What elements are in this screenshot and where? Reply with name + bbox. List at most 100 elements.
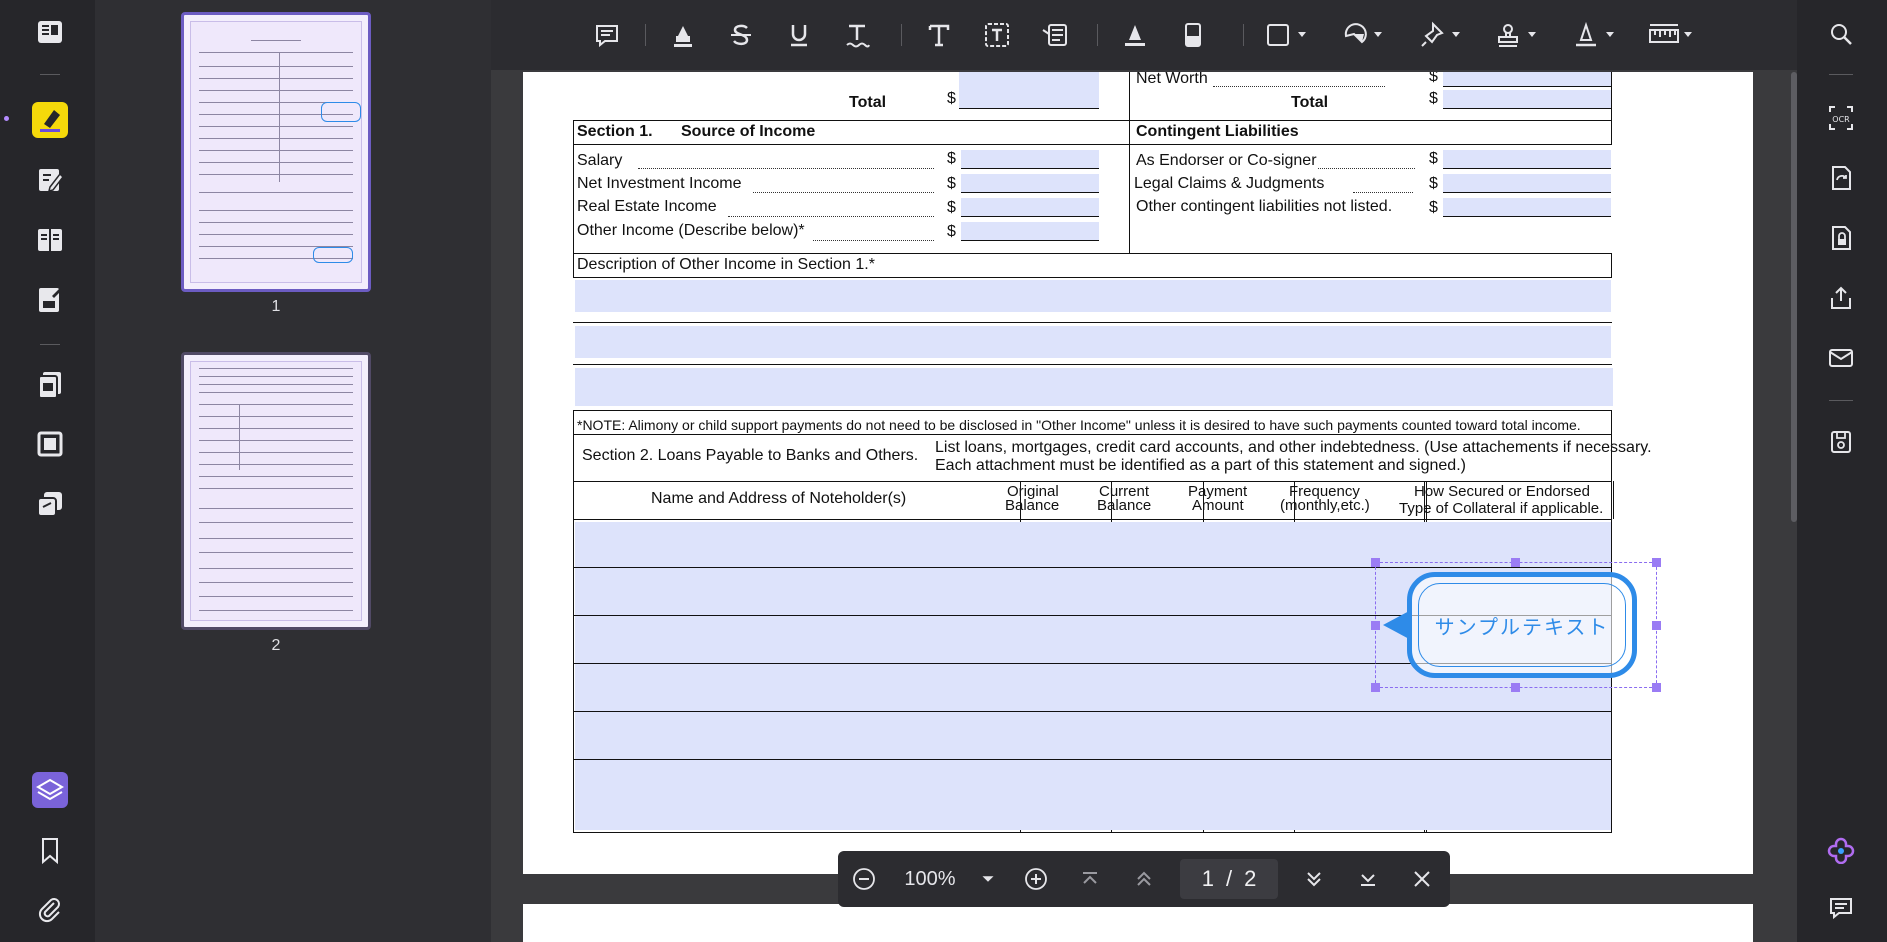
zoom-out-icon[interactable] <box>848 863 880 895</box>
legal-claims-field[interactable] <box>1443 174 1611 192</box>
resize-handle[interactable] <box>1371 558 1380 567</box>
currency-symbol: $ <box>1429 175 1438 192</box>
description-line-3[interactable] <box>575 368 1613 406</box>
strikethrough-icon[interactable] <box>723 17 759 53</box>
thumbnail-panel: 1 2 <box>95 0 491 942</box>
net-investment-income-field[interactable] <box>961 174 1099 192</box>
layers-icon[interactable] <box>32 772 68 808</box>
attachment-icon[interactable] <box>32 892 68 928</box>
contingent-label-endorser: As Endorser or Co-signer <box>1136 152 1317 169</box>
last-page-icon[interactable] <box>1352 863 1384 895</box>
currency-symbol: $ <box>947 175 956 192</box>
description-line-1[interactable] <box>575 280 1611 312</box>
share-icon[interactable] <box>1823 280 1859 316</box>
page-thumbnail-1[interactable] <box>181 12 371 292</box>
area-dropdown-icon[interactable] <box>1337 17 1393 53</box>
text-callout-annotation[interactable]: サンプルテキスト <box>1407 572 1637 678</box>
pdf-page-1: Total $ Net Worth $ Total $ Section 1. S… <box>523 72 1753 874</box>
income-label-investment: Net Investment Income <box>577 175 742 192</box>
page-navigation-bar: 100% 1 / 2 <box>838 851 1450 907</box>
comment-mode-highlighter-icon[interactable] <box>32 102 68 138</box>
comment-icon[interactable] <box>589 17 625 53</box>
close-icon[interactable] <box>1406 863 1438 895</box>
thumbnail-page-number: 1 <box>271 298 281 315</box>
pin-dropdown-icon[interactable] <box>1415 17 1471 53</box>
zoom-in-icon[interactable] <box>1020 863 1052 895</box>
real-estate-income-field[interactable] <box>961 198 1099 216</box>
section1-number: Section 1. <box>577 123 653 140</box>
currency-symbol: $ <box>947 90 956 107</box>
reader-mode-icon[interactable] <box>32 14 68 50</box>
crop-icon[interactable] <box>32 426 68 462</box>
resize-handle[interactable] <box>1511 558 1520 567</box>
resize-handle[interactable] <box>1511 683 1520 692</box>
page-thumbnail-2[interactable] <box>181 352 371 630</box>
save-icon[interactable] <box>1823 424 1859 460</box>
zoom-dropdown-icon[interactable] <box>976 863 1000 895</box>
left-rail <box>0 0 95 942</box>
bookmark-icon[interactable] <box>32 832 68 868</box>
resize-handle[interactable] <box>1652 621 1661 630</box>
email-icon[interactable] <box>1823 340 1859 376</box>
protect-pdf-icon[interactable] <box>1823 220 1859 256</box>
total-label: Total <box>1291 94 1329 111</box>
resize-handle[interactable] <box>1371 683 1380 692</box>
col-header-secured-2: Type of Collateral if applicable. <box>1399 500 1604 517</box>
form-fill-icon[interactable] <box>32 282 68 318</box>
measure-dropdown-icon[interactable] <box>1645 17 1701 53</box>
next-page-icon[interactable] <box>1298 863 1330 895</box>
underline-icon[interactable] <box>781 17 817 53</box>
text-icon[interactable] <box>921 17 957 53</box>
col-header-current-2: Balance <box>1097 497 1152 514</box>
callout-text[interactable]: サンプルテキスト <box>1435 611 1610 640</box>
zoom-level[interactable]: 100% <box>898 863 962 895</box>
comments-panel-icon[interactable] <box>1823 890 1859 926</box>
ocr-icon[interactable]: OCR <box>1823 100 1859 136</box>
current-page-number[interactable]: 1 <box>1202 866 1214 892</box>
pdf-page-2 <box>523 904 1753 942</box>
ai-assistant-icon[interactable] <box>1823 832 1859 868</box>
stamp-dropdown-icon[interactable] <box>1491 17 1547 53</box>
col-header-payment-2: Amount <box>1192 497 1244 514</box>
resize-handle[interactable] <box>1371 621 1380 630</box>
currency-symbol: $ <box>947 150 956 167</box>
highlight-icon[interactable] <box>665 17 701 53</box>
text-callout-icon[interactable] <box>1037 17 1073 53</box>
eraser-icon[interactable] <box>1175 17 1211 53</box>
net-worth-field[interactable] <box>1443 72 1611 86</box>
edit-pdf-icon[interactable] <box>32 162 68 198</box>
page-indicator[interactable]: 1 / 2 <box>1180 859 1278 899</box>
svg-text:OCR: OCR <box>1832 115 1850 124</box>
convert-pdf-icon[interactable] <box>1823 160 1859 196</box>
active-indicator <box>4 116 9 121</box>
other-contingent-field[interactable] <box>1443 198 1611 216</box>
text-box-icon[interactable] <box>979 17 1015 53</box>
pencil-icon[interactable] <box>1117 17 1153 53</box>
squiggly-underline-icon[interactable] <box>839 17 875 53</box>
organize-pages-icon[interactable] <box>32 222 68 258</box>
total-assets-field[interactable] <box>959 72 1099 108</box>
col-header-name: Name and Address of Noteholder(s) <box>651 490 907 507</box>
page-separator: / <box>1225 866 1233 891</box>
currency-symbol: $ <box>1429 199 1438 216</box>
total-liabilities-field[interactable] <box>1443 90 1611 108</box>
note-text: *NOTE: Alimony or child support payments… <box>577 417 1581 433</box>
previous-page-icon[interactable] <box>1128 863 1160 895</box>
contingent-liabilities-title: Contingent Liabilities <box>1136 123 1299 140</box>
document-viewport[interactable]: Total $ Net Worth $ Total $ Section 1. S… <box>491 0 1797 942</box>
resize-handle[interactable] <box>1652 683 1661 692</box>
batch-process-icon[interactable] <box>32 486 68 522</box>
signature-dropdown-icon[interactable] <box>1569 17 1625 53</box>
thumbnail-page-number: 2 <box>271 637 281 654</box>
other-income-field[interactable] <box>961 222 1099 240</box>
thumbnail-preview <box>190 361 362 621</box>
resize-handle[interactable] <box>1652 558 1661 567</box>
salary-field[interactable] <box>961 150 1099 168</box>
shape-dropdown-icon[interactable] <box>1261 17 1317 53</box>
endorser-field[interactable] <box>1443 150 1611 168</box>
search-icon[interactable] <box>1823 16 1859 52</box>
description-line-2[interactable] <box>575 326 1611 358</box>
currency-symbol: $ <box>1429 72 1438 85</box>
convert-icon[interactable] <box>32 366 68 402</box>
first-page-icon[interactable] <box>1074 863 1106 895</box>
